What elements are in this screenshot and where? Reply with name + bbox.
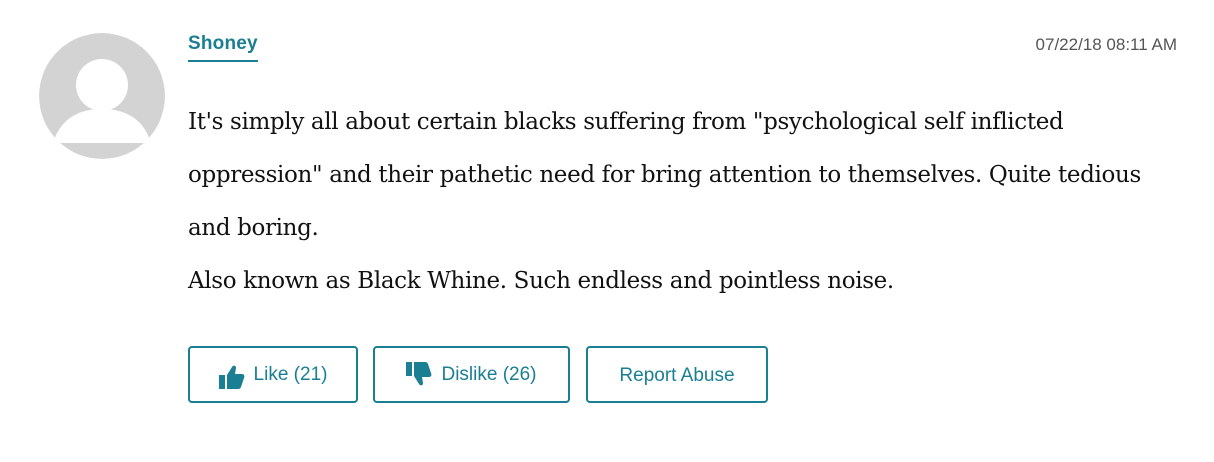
comment-paragraph: It's simply all about certain blacks suf…: [188, 109, 1141, 241]
like-count: (21): [293, 363, 328, 385]
thumbs-up-icon: [218, 365, 245, 389]
dislike-button[interactable]: Dislike (26): [373, 346, 570, 403]
comment-body: It's simply all about certain blacks suf…: [188, 96, 1148, 308]
thumbs-down-icon: [406, 361, 432, 386]
author-name-link[interactable]: Shoney: [188, 33, 258, 62]
dislike-label: Dislike: [441, 363, 498, 385]
comment-timestamp: 07/22/18 08:11 AM: [1035, 35, 1177, 54]
like-label: Like: [253, 363, 289, 385]
comment-paragraph: Also known as Black Whine. Such endless …: [188, 268, 894, 294]
report-abuse-button[interactable]: Report Abuse: [586, 346, 768, 403]
report-abuse-label: Report Abuse: [619, 365, 735, 386]
avatar[interactable]: [39, 33, 165, 159]
dislike-count: (26): [502, 363, 537, 385]
default-user-avatar-icon: [39, 33, 165, 159]
like-button[interactable]: Like (21): [188, 346, 358, 403]
